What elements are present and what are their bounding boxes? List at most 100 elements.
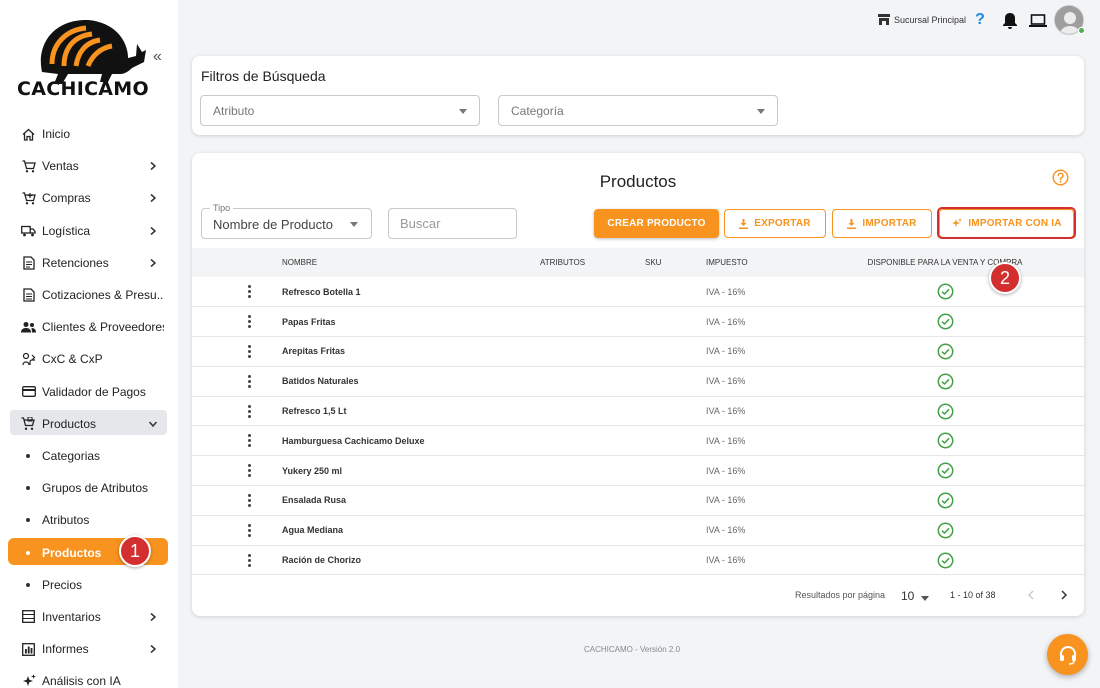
sidebar-item-ventas[interactable]: Ventas — [0, 150, 178, 182]
availability-cell — [806, 366, 1084, 396]
kebab-menu-icon[interactable] — [248, 344, 252, 358]
check-circle-icon — [937, 462, 953, 479]
sidebar-item-inventarios[interactable]: Inventarios — [0, 601, 178, 633]
kebab-menu-icon[interactable] — [248, 285, 252, 299]
search-input[interactable] — [388, 208, 517, 239]
kebab-menu-icon[interactable] — [248, 315, 252, 329]
row-actions-cell — [192, 426, 282, 456]
sidebar-item-label: Inventarios — [42, 609, 101, 624]
sidebar-item-inicio[interactable]: Inicio — [0, 118, 178, 150]
column-header[interactable]: SKU — [645, 248, 706, 277]
sidebar-item-label: Atributos — [42, 513, 90, 528]
table-row[interactable]: Ensalada Rusa IVA - 16% — [192, 486, 1084, 516]
sidebar-item-label: Inicio — [42, 127, 71, 142]
sidebar-item-categorias[interactable]: Categorias — [0, 440, 178, 472]
sku-cell — [645, 366, 706, 396]
product-name: Hamburguesa Cachicamo Deluxe — [282, 435, 425, 446]
column-header[interactable]: NOMBRE — [282, 248, 540, 277]
sidebar-item-label: Clientes & Proveedores — [42, 320, 164, 335]
kebab-menu-icon[interactable] — [248, 434, 252, 448]
create-product-label: CREAR PRODUCTO — [607, 218, 706, 229]
sidebar-item-label: Análisis con IA — [42, 674, 121, 688]
row-actions-cell — [192, 337, 282, 367]
categoria-select[interactable]: Categoría — [498, 95, 778, 126]
page-size-label: Resultados por página — [795, 590, 886, 600]
sidebar-item-productos[interactable]: Productos 1 — [0, 535, 178, 568]
tax-cell: IVA - 16% — [706, 346, 746, 357]
sidebar-item-precios[interactable]: Precios — [0, 569, 178, 601]
product-name: Batidos Naturales — [282, 376, 359, 387]
page-size-select[interactable]: 10 — [901, 589, 914, 603]
sidebar-item-analisis-con-ia[interactable]: Análisis con IA — [0, 665, 178, 688]
sidebar-item-logistica[interactable]: Logística — [0, 215, 178, 247]
quote-icon — [21, 288, 36, 303]
table-row[interactable]: Ración de Chorizo IVA - 16% — [192, 545, 1084, 575]
sidebar-item-informes[interactable]: Informes — [0, 633, 178, 665]
attributes-cell — [540, 486, 645, 516]
sku-cell — [645, 486, 706, 516]
sidebar-item-label: Logística — [42, 223, 91, 238]
attributes-cell — [540, 396, 645, 426]
availability-cell — [806, 515, 1084, 545]
sidebar-item-retenciones[interactable]: Retenciones — [0, 247, 178, 279]
branch-name: Sucursal Principal — [893, 14, 966, 25]
help-circle-icon[interactable] — [1052, 169, 1069, 186]
help-icon[interactable]: ? — [970, 10, 990, 30]
footer-version: CACHICAMO - Versión 2.0 — [584, 645, 681, 654]
column-header[interactable]: DISPONIBLE PARA LA VENTA Y COMPRA — [806, 248, 1084, 277]
sku-cell — [645, 515, 706, 545]
table-row[interactable]: Batidos Naturales IVA - 16% — [192, 366, 1084, 397]
check-circle-icon — [937, 552, 953, 569]
sidebar-item-atributos[interactable]: Atributos — [0, 504, 178, 536]
sidebar-item-cxc-cxp[interactable]: CxC & CxP — [0, 343, 178, 375]
tax-cell: IVA - 16% — [706, 376, 746, 387]
tax-cell: IVA - 16% — [706, 495, 746, 506]
tax-cell: IVA - 16% — [706, 525, 746, 536]
bell-icon[interactable] — [1000, 10, 1020, 30]
import-button[interactable]: IMPORTAR — [832, 209, 932, 238]
table-row[interactable]: Refresco 1,5 Lt IVA - 16% — [192, 396, 1084, 426]
tipo-select[interactable]: Tipo Nombre de Producto — [201, 203, 372, 239]
sidebar-item-grupos-de-atributos[interactable]: Grupos de Atributos — [0, 472, 178, 504]
chevron-right-icon — [150, 226, 157, 235]
create-product-button[interactable]: CREAR PRODUCTO — [594, 209, 719, 238]
collapse-sidebar-icon[interactable]: « — [153, 49, 169, 65]
table-row[interactable]: Refresco Botella 1 IVA - 16% — [192, 277, 1084, 307]
sidebar-item-label: Cotizaciones & Presu... — [42, 288, 164, 303]
branch-selector[interactable]: Sucursal Principal — [877, 14, 966, 25]
next-page-icon[interactable] — [1057, 588, 1071, 602]
sidebar-item-productos[interactable]: Productos — [0, 408, 178, 440]
pagination: Resultados por página 10 1 - 10 of 38 — [192, 586, 1084, 606]
export-button[interactable]: EXPORTAR — [724, 209, 826, 238]
document-icon — [21, 255, 36, 270]
atributo-select[interactable]: Atributo — [200, 95, 480, 126]
cart-plus-icon — [21, 191, 36, 206]
table-row[interactable]: Arepitas Fritas IVA - 16% — [192, 337, 1084, 367]
kebab-menu-icon[interactable] — [248, 374, 252, 388]
attributes-cell — [540, 337, 645, 367]
kebab-menu-icon[interactable] — [248, 493, 252, 507]
sidebar-item-compras[interactable]: Compras — [0, 182, 178, 214]
tipo-value: Nombre de Producto — [213, 217, 333, 232]
table-row[interactable]: Yukery 250 ml IVA - 16% — [192, 456, 1084, 486]
exchange-icon — [21, 352, 36, 367]
table-row[interactable]: Papas Fritas IVA - 16% — [192, 307, 1084, 337]
laptop-icon[interactable] — [1028, 10, 1048, 30]
sku-cell — [645, 337, 706, 367]
kebab-menu-icon[interactable] — [248, 523, 252, 537]
column-header[interactable]: IMPUESTO — [706, 248, 806, 277]
column-header[interactable]: ATRIBUTOS — [540, 248, 645, 277]
support-button[interactable] — [1047, 634, 1088, 675]
kebab-menu-icon[interactable] — [248, 553, 252, 567]
sidebar-item-cotizaciones-presu[interactable]: Cotizaciones & Presu... — [0, 279, 178, 311]
sidebar-item-clientes-proveedores[interactable]: Clientes & Proveedores — [0, 311, 178, 343]
kebab-menu-icon[interactable] — [248, 464, 252, 478]
brand-name: CACHICAMO — [17, 78, 149, 100]
table-row[interactable]: Hamburguesa Cachicamo Deluxe IVA - 16% — [192, 426, 1084, 456]
import-ai-button[interactable]: IMPORTAR CON IA — [939, 209, 1074, 238]
table-row[interactable]: Agua Mediana IVA - 16% — [192, 515, 1084, 546]
kebab-menu-icon[interactable] — [248, 404, 252, 418]
prev-page-icon[interactable] — [1024, 588, 1038, 602]
sidebar-item-validador-de-pagos[interactable]: Validador de Pagos — [0, 376, 178, 408]
sidebar-item-label: Productos — [42, 416, 97, 431]
